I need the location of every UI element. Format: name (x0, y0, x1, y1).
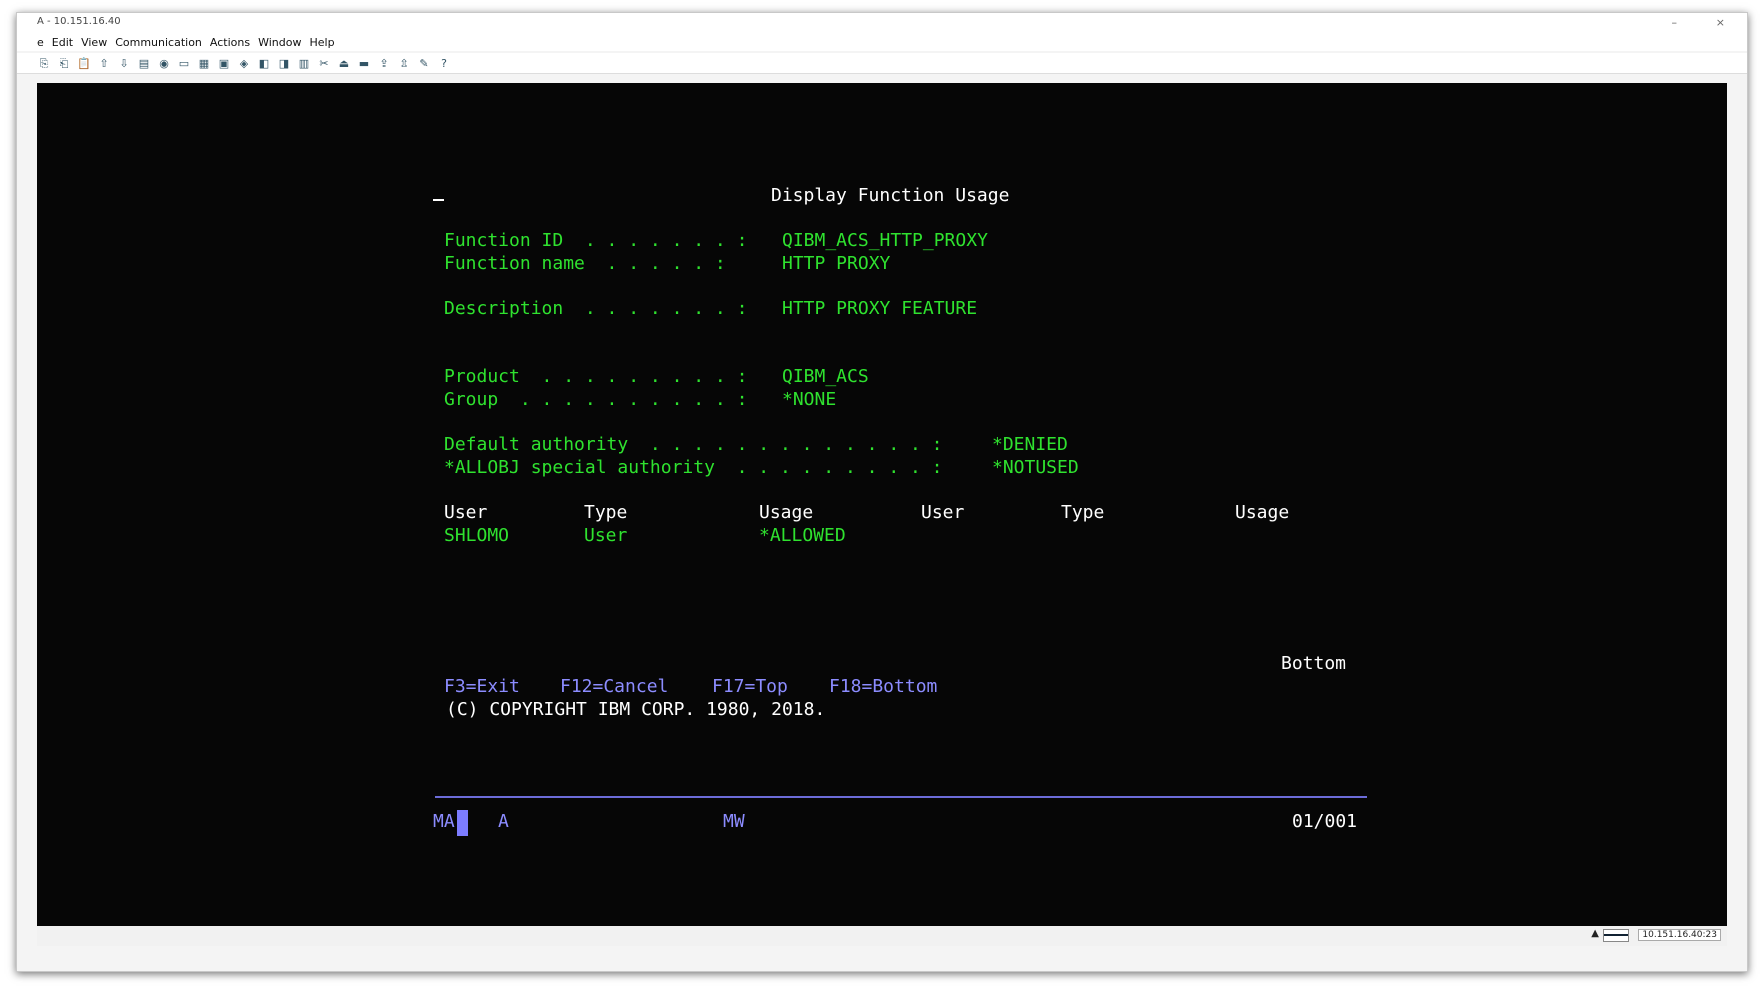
menu-file[interactable]: e (37, 36, 44, 49)
oia-separator (435, 796, 1367, 798)
fkey-exit[interactable]: F3=Exit (444, 676, 520, 698)
menu-bar: e Edit View Communication Actions Window… (17, 33, 1747, 51)
more-indicator: Bottom (1281, 653, 1347, 674)
group-label: Group . . . . . . . . . . : (444, 389, 748, 410)
default-authority-label: Default authority . . . . . . . . . . . … (444, 434, 943, 455)
column-header-user: User (444, 502, 488, 523)
print-icon[interactable]: ▤ (137, 56, 151, 70)
scroll-up-icon[interactable]: ▲ (1591, 928, 1599, 939)
paste-icon[interactable]: ⎗ (57, 56, 71, 70)
function-name-value: HTTP PROXY (782, 253, 891, 274)
table-icon[interactable]: ▥ (297, 56, 311, 70)
macro-icon[interactable]: ▣ (217, 56, 231, 70)
function-id-value: QIBM_ACS_HTTP_PROXY (782, 230, 988, 251)
record-icon[interactable]: ◉ (157, 56, 171, 70)
row-type: User (584, 525, 628, 546)
download-icon[interactable]: ⇫ (397, 56, 411, 70)
function-name-label: Function name . . . . . : (444, 253, 726, 274)
print-screen-icon[interactable]: ▬ (357, 56, 371, 70)
menu-edit[interactable]: Edit (52, 36, 73, 49)
column-header-type-2: Type (1061, 502, 1105, 523)
fkey-bottom[interactable]: F18=Bottom (829, 676, 937, 698)
terminal-screen[interactable]: Display Function Usage Function ID . . .… (37, 83, 1727, 926)
title-bar: A - 10.151.16.40 – × (17, 13, 1747, 33)
function-id-label: Function ID . . . . . . . : (444, 230, 748, 251)
close-button[interactable]: × (1716, 16, 1725, 29)
send-file-icon[interactable]: ⇧ (97, 56, 111, 70)
product-value: QIBM_ACS (782, 366, 869, 387)
help-icon[interactable]: ? (437, 56, 451, 70)
window-title: A - 10.151.16.40 (37, 16, 121, 27)
settings-icon[interactable]: ◧ (257, 56, 271, 70)
keypad-icon[interactable]: ▦ (197, 56, 211, 70)
minimize-button[interactable]: – (1672, 16, 1678, 29)
toolbar: ⎘ ⎗ 📋 ⇧ ⇩ ▤ ◉ ▭ ▦ ▣ ◈ ◧ ◨ ▥ ✂ ⏏ ▬ ⇪ ⇫ ✎? (17, 53, 1747, 74)
fkey-top[interactable]: F17=Top (712, 676, 788, 698)
menu-view[interactable]: View (81, 36, 107, 49)
column-header-type: Type (584, 502, 628, 523)
menu-actions[interactable]: Actions (210, 36, 250, 49)
cursor-position: 01/001 (1292, 811, 1358, 832)
row-user: SHLOMO (444, 525, 510, 546)
receive-file-icon[interactable]: ⇩ (117, 56, 131, 70)
copy-icon[interactable]: ⎘ (37, 56, 51, 70)
host-address: 10.151.16.40:23 (1638, 929, 1721, 941)
connection-icon (1603, 929, 1629, 942)
tools-icon[interactable]: ✂ (317, 56, 331, 70)
group-value: *NONE (782, 389, 837, 410)
row-usage: *ALLOWED (759, 525, 846, 546)
transfer-icon[interactable]: ◈ (237, 56, 251, 70)
screen-cursor (433, 199, 444, 201)
menu-help[interactable]: Help (309, 36, 334, 49)
column-header-usage-2: Usage (1235, 502, 1290, 523)
column-header-user-2: User (921, 502, 965, 523)
disconnect-icon[interactable]: ⏏ (337, 56, 351, 70)
status-bar: ▲ 10.151.16.40:23 (37, 926, 1727, 946)
allobj-authority-label: *ALLOBJ special authority . . . . . . . … (444, 457, 943, 478)
display-icon[interactable]: ▭ (177, 56, 191, 70)
oia-status: MA (433, 811, 455, 832)
column-header-usage: Usage (759, 502, 814, 523)
default-authority-value: *DENIED (992, 434, 1068, 455)
oia-mode: A (498, 811, 509, 832)
oia-mw: MW (723, 811, 745, 832)
clipboard-icon[interactable]: 📋 (77, 56, 91, 70)
description-label: Description . . . . . . . : (444, 298, 748, 319)
emulator-window: A - 10.151.16.40 – × e Edit View Communi… (16, 12, 1748, 972)
notes-icon[interactable]: ✎ (417, 56, 431, 70)
menu-window[interactable]: Window (258, 36, 301, 49)
copyright-line: (C) COPYRIGHT IBM CORP. 1980, 2018. (446, 699, 826, 720)
menu-communication[interactable]: Communication (115, 36, 202, 49)
fkey-cancel[interactable]: F12=Cancel (560, 676, 668, 698)
preferences-icon[interactable]: ◨ (277, 56, 291, 70)
oia-cursor (457, 810, 468, 836)
description-value: HTTP PROXY FEATURE (782, 298, 978, 319)
product-label: Product . . . . . . . . . : (444, 366, 748, 387)
screen-title: Display Function Usage (771, 185, 1010, 206)
upload-icon[interactable]: ⇪ (377, 56, 391, 70)
allobj-authority-value: *NOTUSED (992, 457, 1079, 478)
